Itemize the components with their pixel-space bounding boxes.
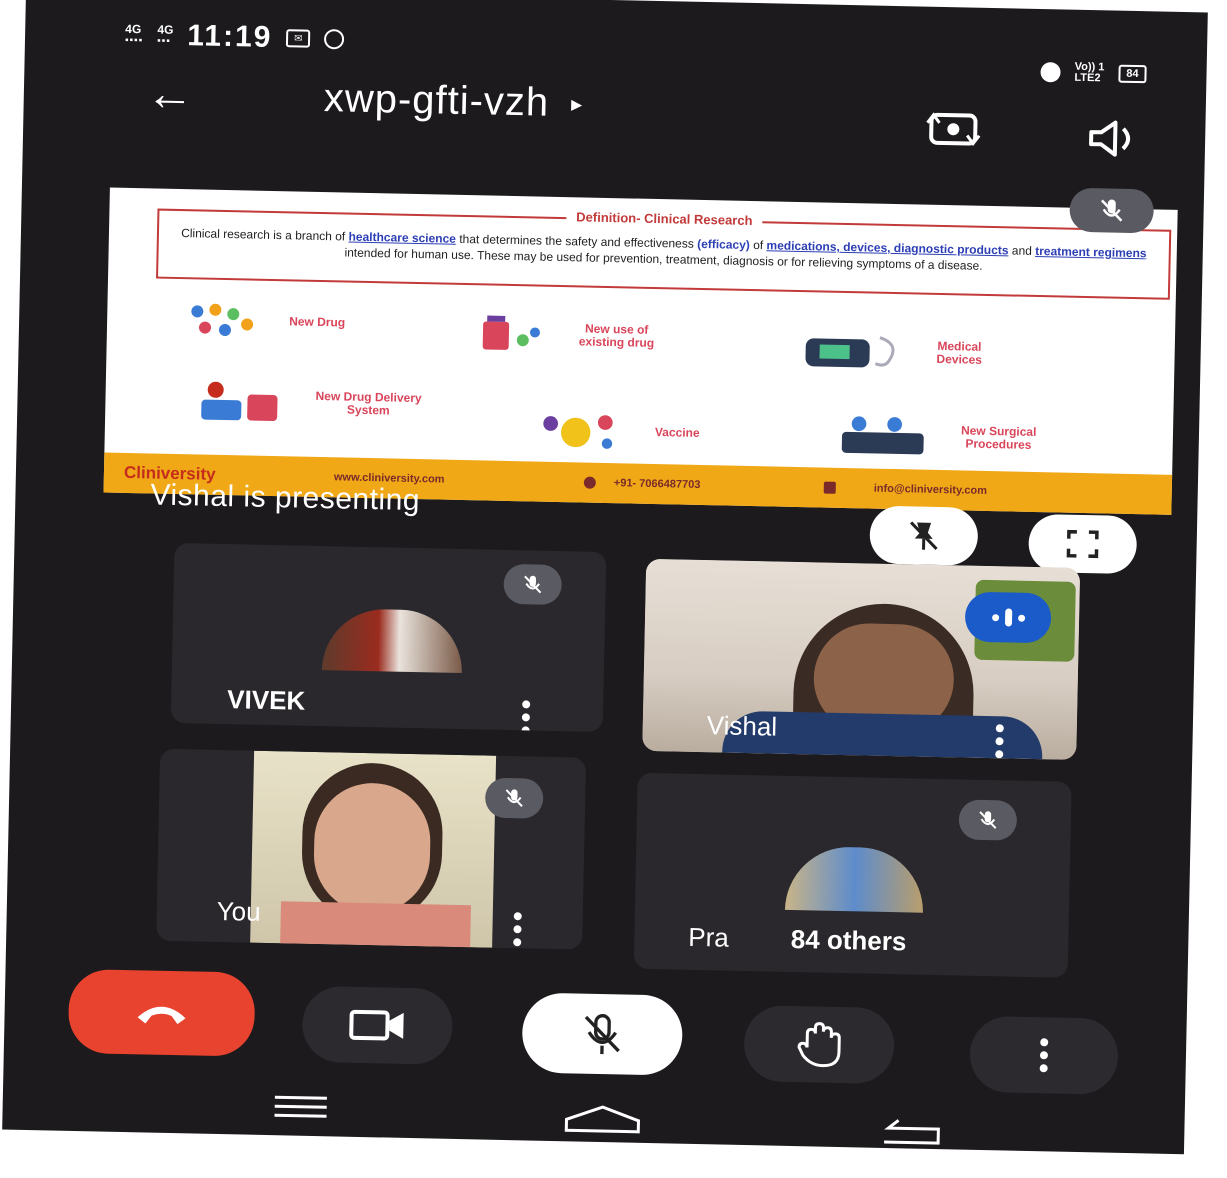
- raise-hand-icon: [797, 1022, 841, 1068]
- status-bar-right: Vo)) 1 LTE2 84: [1040, 60, 1147, 85]
- more-vert-icon: [1039, 1038, 1050, 1073]
- participant-video: [250, 750, 497, 948]
- shared-screen-slide: Definition- Clinical Research Clinical r…: [103, 187, 1178, 515]
- back-nav-icon[interactable]: [878, 1116, 943, 1147]
- status-bar-left: 4G ▪▪▪▪ 4G ▪▪▪ 11:19 ✉: [125, 18, 345, 57]
- participant-name: You: [216, 895, 261, 927]
- network-indicator-1: 4G ▪▪▪▪: [124, 21, 144, 47]
- end-call-button[interactable]: [67, 968, 256, 1057]
- mic-off-icon: [524, 575, 542, 594]
- meeting-info-arrow-icon: ▸: [570, 90, 584, 116]
- avatar: [321, 608, 464, 674]
- speaking-indicator: [964, 591, 1052, 644]
- network-indicator-2: 4G ▪▪▪: [157, 22, 174, 47]
- slide-item-delivery: New Drug Delivery System: [195, 377, 422, 428]
- drug-delivery-illustration: [201, 381, 278, 422]
- participant-count: 84 others: [790, 923, 907, 957]
- slide-item-vaccine: Vaccine: [535, 409, 701, 454]
- battery-indicator: 84: [1118, 64, 1147, 84]
- presentation-mute-badge: [1069, 187, 1155, 234]
- more-vert-icon[interactable]: [521, 700, 532, 732]
- participant-mute-badge: [503, 563, 563, 606]
- unpin-button[interactable]: [869, 505, 979, 566]
- camera-toggle-button[interactable]: [301, 985, 454, 1065]
- presenting-banner: Vishal is presenting: [150, 478, 421, 518]
- raise-hand-button[interactable]: [743, 1005, 895, 1085]
- footer-phone: +91- 7066487703: [613, 477, 701, 491]
- back-button[interactable]: ←: [145, 67, 195, 122]
- participant-tile-vivek[interactable]: VIVEK: [170, 542, 607, 732]
- participant-name: Pra: [688, 921, 730, 953]
- microphone-toggle-button[interactable]: [521, 992, 684, 1076]
- menu-icon[interactable]: [272, 1093, 329, 1120]
- slide-item-label: Vaccine: [654, 424, 700, 440]
- participant-tile-vishal[interactable]: Vishal: [642, 558, 1081, 760]
- slide-item-devices: Medical Devices: [796, 332, 982, 372]
- mic-off-icon: [979, 811, 997, 829]
- meeting-code-button[interactable]: xwp-gfti-vzh ▸: [323, 76, 583, 126]
- slide-item-label: New use of existing drug: [578, 321, 655, 350]
- definition-title: Definition- Clinical Research: [566, 209, 763, 229]
- avatar: [784, 845, 925, 913]
- mic-off-icon: [1100, 199, 1123, 222]
- slide-item-label: Medical Devices: [936, 338, 983, 367]
- message-notification-icon: ✉: [286, 29, 311, 48]
- surgery-illustration: [841, 416, 924, 455]
- slide-item-new-drug: New Drug: [187, 301, 346, 340]
- definition-box: Definition- Clinical Research Clinical r…: [156, 208, 1172, 300]
- fullscreen-icon: [1066, 529, 1099, 559]
- switch-camera-icon[interactable]: [923, 105, 984, 152]
- slide-item-label: New Surgical Procedures: [960, 423, 1037, 452]
- fullscreen-button[interactable]: [1028, 513, 1138, 575]
- participant-mute-badge: [958, 799, 1018, 841]
- volte-indicator: Vo)) 1 LTE2: [1074, 60, 1105, 85]
- slide-item-label: New Drug: [289, 313, 346, 330]
- speaker-icon[interactable]: [1083, 118, 1148, 159]
- slide-item-new-use: New use of existing drug: [477, 315, 655, 355]
- more-vert-icon[interactable]: [994, 724, 1005, 759]
- meet-call-screen: 4G ▪▪▪▪ 4G ▪▪▪ 11:19 ✉ Vo)) 1 LTE2 84 ← …: [2, 0, 1208, 1155]
- home-icon[interactable]: [562, 1103, 643, 1135]
- medicine-illustration: [482, 315, 540, 350]
- end-call-icon: [137, 1006, 186, 1025]
- participant-tile-you[interactable]: You: [156, 748, 587, 950]
- molecule-illustration: [191, 303, 254, 336]
- phone-icon: [583, 476, 596, 489]
- slide-item-surgical: New Surgical Procedures: [834, 413, 1037, 461]
- virus-illustration: [543, 415, 613, 449]
- mic-off-icon: [584, 1014, 620, 1055]
- mic-off-icon: [505, 789, 523, 808]
- clock: 11:19: [186, 19, 273, 54]
- footer-email: info@cliniversity.com: [873, 482, 988, 497]
- alarm-icon: [1040, 62, 1061, 83]
- medical-device-illustration: [805, 336, 895, 368]
- pin-off-icon: [910, 521, 938, 550]
- mail-icon: [823, 481, 836, 494]
- participant-tile-others[interactable]: Pra 84 others: [633, 772, 1072, 978]
- participant-name: Vishal: [706, 710, 778, 742]
- meeting-code: xwp-gfti-vzh: [323, 76, 550, 125]
- more-vert-icon[interactable]: [512, 912, 523, 947]
- back-arrow-icon: ←: [145, 67, 195, 122]
- whatsapp-notification-icon: [324, 29, 345, 50]
- participant-name: VIVEK: [226, 684, 306, 716]
- camera-icon: [349, 1009, 404, 1041]
- slide-item-label: New Drug Delivery System: [315, 388, 422, 418]
- more-options-button[interactable]: [969, 1015, 1119, 1095]
- participant-mute-badge: [484, 777, 544, 819]
